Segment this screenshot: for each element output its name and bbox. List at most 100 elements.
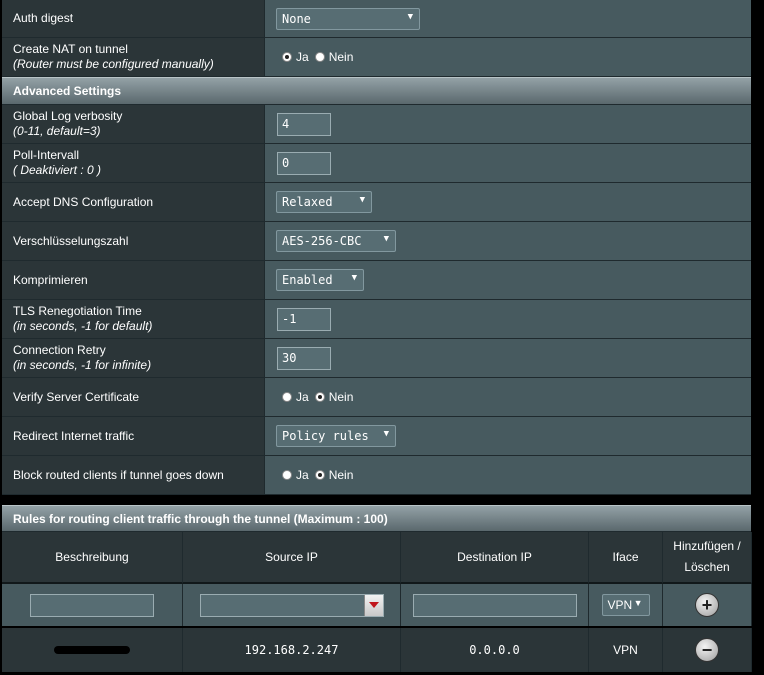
accept-dns-select[interactable]: Relaxed ▼ bbox=[276, 191, 372, 213]
value-cell: -1 bbox=[265, 300, 751, 338]
new-description-input[interactable] bbox=[30, 593, 154, 617]
new-iface-value: VPN bbox=[607, 598, 633, 612]
plus-circle-icon[interactable]: + bbox=[695, 593, 719, 617]
sublabel-poll-interval: ( Deaktiviert : 0 ) bbox=[13, 163, 102, 177]
label-cell: Poll-Intervall ( Deaktiviert : 0 ) bbox=[2, 144, 265, 182]
value-cell: None ▼ bbox=[265, 0, 751, 37]
row-accept-dns: Accept DNS Configuration Relaxed ▼ bbox=[2, 183, 751, 222]
new-desc-cell bbox=[2, 584, 183, 626]
label-cipher: Verschlüsselungszahl bbox=[13, 233, 129, 248]
label-cell: Verify Server Certificate bbox=[2, 378, 265, 416]
label-accept-dns: Accept DNS Configuration bbox=[13, 194, 154, 209]
value-cell: Enabled ▼ bbox=[265, 261, 751, 299]
chevron-down-icon: ▼ bbox=[359, 195, 365, 205]
label-cell: Komprimieren bbox=[2, 261, 265, 299]
compress-select[interactable]: Enabled ▼ bbox=[276, 269, 364, 291]
redirect-traffic-select[interactable]: Policy rules ▼ bbox=[276, 425, 396, 447]
entry-destination-ip: 0.0.0.0 bbox=[401, 628, 589, 672]
label-tls-reneg: TLS Renegotiation Time bbox=[13, 304, 142, 318]
auth-digest-select[interactable]: None ▼ bbox=[276, 7, 420, 30]
poll-interval-input[interactable]: 0 bbox=[277, 151, 331, 175]
row-cipher: Verschlüsselungszahl AES-256-CBC ▼ bbox=[2, 222, 751, 261]
value-cell: 4 bbox=[265, 105, 751, 143]
row-connection-retry: Connection Retry (in seconds, -1 for inf… bbox=[2, 339, 751, 378]
row-block-clients: Block routed clients if tunnel goes down… bbox=[2, 456, 751, 495]
label-cell: Redirect Internet traffic bbox=[2, 417, 265, 455]
radio-label-ja: Ja bbox=[296, 50, 309, 64]
radio-label-nein: Nein bbox=[328, 390, 354, 404]
block-clients-ja-radio[interactable] bbox=[282, 470, 292, 480]
row-compress: Komprimieren Enabled ▼ bbox=[2, 261, 751, 300]
row-log-verbosity: Global Log verbosity (0-11, default=3) 4 bbox=[2, 105, 751, 144]
row-redirect-traffic: Redirect Internet traffic Policy rules ▼ bbox=[2, 417, 751, 456]
label-cell: TLS Renegotiation Time (in seconds, -1 f… bbox=[2, 300, 265, 338]
entry-source-ip: 192.168.2.247 bbox=[183, 628, 401, 672]
minus-circle-icon[interactable]: − bbox=[695, 638, 719, 662]
value-cell: 30 bbox=[265, 339, 751, 377]
row-verify-cert: Verify Server Certificate Ja Nein bbox=[2, 378, 751, 417]
source-ip-dropdown-button[interactable] bbox=[363, 594, 383, 616]
col-header-add-delete: Hinzufügen / Löschen bbox=[663, 532, 752, 584]
col-header-description: Beschreibung bbox=[2, 532, 183, 584]
col-header-iface: Iface bbox=[589, 532, 663, 584]
new-source-ip-combo[interactable] bbox=[199, 593, 384, 617]
label-compress: Komprimieren bbox=[13, 272, 88, 287]
sublabel-create-nat: (Router must be configured manually) bbox=[13, 57, 214, 71]
cipher-value: AES-256-CBC bbox=[282, 234, 362, 248]
radio-label-ja: Ja bbox=[296, 468, 309, 482]
label-connection-retry: Connection Retry bbox=[13, 343, 106, 357]
label-cell: Create NAT on tunnel (Router must be con… bbox=[2, 38, 265, 76]
redirect-traffic-value: Policy rules bbox=[282, 429, 369, 443]
row-tls-reneg: TLS Renegotiation Time (in seconds, -1 f… bbox=[2, 300, 751, 339]
new-iface-select[interactable]: VPN ▼ bbox=[601, 594, 650, 616]
new-iface-cell: VPN ▼ bbox=[589, 584, 663, 626]
auth-digest-value: None bbox=[282, 11, 311, 26]
connection-retry-input[interactable]: 30 bbox=[277, 346, 331, 370]
section-routing-rules: Rules for routing client traffic through… bbox=[2, 505, 751, 532]
create-nat-nein-radio[interactable] bbox=[314, 52, 325, 62]
value-cell: Relaxed ▼ bbox=[265, 183, 751, 221]
value-cell: AES-256-CBC ▼ bbox=[265, 222, 751, 260]
label-cell: Verschlüsselungszahl bbox=[2, 222, 265, 260]
log-verbosity-input[interactable]: 4 bbox=[277, 112, 331, 136]
section-advanced-settings: Advanced Settings bbox=[2, 77, 751, 105]
new-destination-ip-input[interactable] bbox=[412, 593, 577, 617]
new-src-cell bbox=[183, 584, 401, 626]
new-dst-cell bbox=[401, 584, 589, 626]
value-cell: 0 bbox=[265, 144, 751, 182]
rules-table: Beschreibung Source IP Destination IP If… bbox=[2, 532, 752, 675]
radio-label-nein: Nein bbox=[328, 50, 354, 64]
label-block-clients: Block routed clients if tunnel goes down bbox=[13, 467, 224, 482]
cipher-select[interactable]: AES-256-CBC ▼ bbox=[276, 230, 396, 252]
accept-dns-value: Relaxed bbox=[282, 195, 333, 209]
col-header-source-ip: Source IP bbox=[183, 532, 401, 584]
compress-value: Enabled bbox=[282, 273, 333, 287]
row-poll-interval: Poll-Intervall ( Deaktiviert : 0 ) 0 bbox=[2, 144, 751, 183]
row-create-nat: Create NAT on tunnel (Router must be con… bbox=[2, 38, 751, 77]
block-clients-nein-radio[interactable] bbox=[314, 470, 325, 480]
sublabel-tls-reneg: (in seconds, -1 for default) bbox=[13, 319, 153, 333]
entry-action-cell: − bbox=[663, 628, 752, 672]
chevron-down-icon: ▼ bbox=[383, 429, 389, 439]
sublabel-log-verbosity: (0-11, default=3) bbox=[13, 124, 101, 138]
verify-cert-ja-radio[interactable] bbox=[282, 392, 292, 402]
label-cell: Global Log verbosity (0-11, default=3) bbox=[2, 105, 265, 143]
create-nat-ja-radio[interactable] bbox=[282, 52, 292, 62]
label-cell: Block routed clients if tunnel goes down bbox=[2, 456, 265, 494]
chevron-down-icon: ▼ bbox=[633, 598, 643, 608]
label-cell: Connection Retry (in seconds, -1 for inf… bbox=[2, 339, 265, 377]
radio-label-ja: Ja bbox=[296, 390, 309, 404]
chevron-down-icon: ▼ bbox=[407, 11, 413, 22]
value-cell: Ja Nein bbox=[265, 456, 751, 494]
label-auth-digest: Auth digest bbox=[13, 11, 74, 25]
value-cell: Policy rules ▼ bbox=[265, 417, 751, 455]
label-cell: Auth digest bbox=[2, 0, 265, 37]
chevron-down-icon bbox=[368, 602, 379, 608]
label-log-verbosity: Global Log verbosity bbox=[13, 109, 123, 123]
section-title: Advanced Settings bbox=[13, 84, 122, 98]
label-cell: Accept DNS Configuration bbox=[2, 183, 265, 221]
verify-cert-nein-radio[interactable] bbox=[314, 392, 325, 402]
label-redirect-traffic: Redirect Internet traffic bbox=[13, 428, 135, 443]
tls-reneg-input[interactable]: -1 bbox=[277, 307, 331, 331]
row-auth-digest: Auth digest None ▼ bbox=[2, 0, 751, 38]
